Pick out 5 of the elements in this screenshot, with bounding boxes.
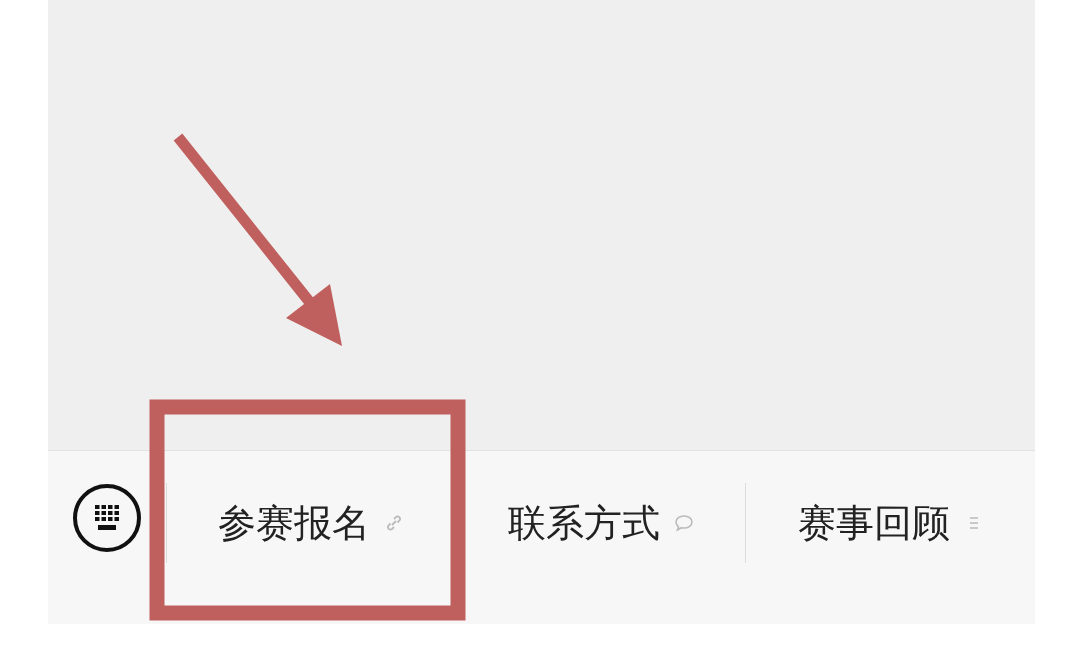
- menu-item[interactable]: 赛事回顾: [745, 483, 1035, 563]
- keyboard-icon[interactable]: [72, 483, 142, 553]
- speech-bubble-icon: [674, 513, 694, 533]
- menu-item[interactable]: 联系方式: [455, 483, 746, 563]
- menu-item[interactable]: 参赛报名: [166, 483, 456, 563]
